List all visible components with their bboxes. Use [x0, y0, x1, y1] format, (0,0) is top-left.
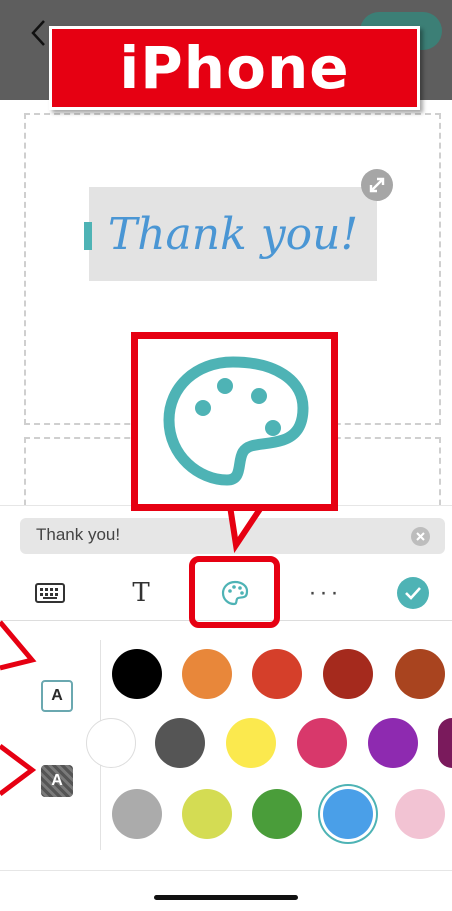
swatch-light-pink[interactable] — [395, 789, 445, 839]
resize-handle[interactable] — [361, 169, 393, 201]
more-options-button[interactable]: ··· — [305, 570, 345, 616]
text-input-value[interactable]: Thank you! — [36, 525, 120, 545]
banner-label: iPhone — [119, 34, 350, 102]
palette-zoom-icon — [163, 356, 309, 486]
clear-text-button[interactable] — [411, 527, 430, 546]
iphone-banner: iPhone — [49, 26, 420, 110]
text-color-mode-button[interactable]: A — [41, 680, 73, 712]
swatch-blue-selected[interactable] — [323, 789, 373, 839]
background-color-mode-button[interactable]: A — [41, 765, 73, 797]
keyboard-icon — [35, 583, 65, 603]
swatch-lime[interactable] — [182, 789, 232, 839]
swatch-dark-red[interactable] — [323, 649, 373, 699]
expand-arrows-icon — [369, 177, 385, 193]
swatch-white[interactable] — [86, 718, 136, 768]
swatch-dark-gray[interactable] — [155, 718, 205, 768]
swatch-yellow[interactable] — [226, 718, 276, 768]
swatch-black[interactable] — [112, 649, 162, 699]
back-chevron-icon[interactable] — [28, 18, 50, 48]
clear-icon — [416, 532, 425, 541]
canvas-text[interactable]: Thank you! — [89, 187, 377, 281]
sheet-bottom-divider — [0, 870, 452, 871]
swatch-orange[interactable] — [182, 649, 232, 699]
swatch-light-gray[interactable] — [112, 789, 162, 839]
swatch-rust[interactable] — [395, 649, 445, 699]
text-style-button[interactable]: T — [124, 570, 158, 616]
swatch-purple[interactable] — [368, 718, 418, 768]
keyboard-button[interactable] — [33, 570, 67, 616]
swatch-green[interactable] — [252, 789, 302, 839]
swatch-pink[interactable] — [297, 718, 347, 768]
swatch-red[interactable] — [252, 649, 302, 699]
palette-highlight-box — [189, 556, 280, 628]
confirm-circle — [397, 577, 429, 609]
home-indicator — [154, 895, 298, 900]
confirm-button[interactable] — [395, 570, 431, 616]
checkmark-icon — [405, 587, 421, 600]
swatch-plum[interactable] — [438, 718, 452, 768]
